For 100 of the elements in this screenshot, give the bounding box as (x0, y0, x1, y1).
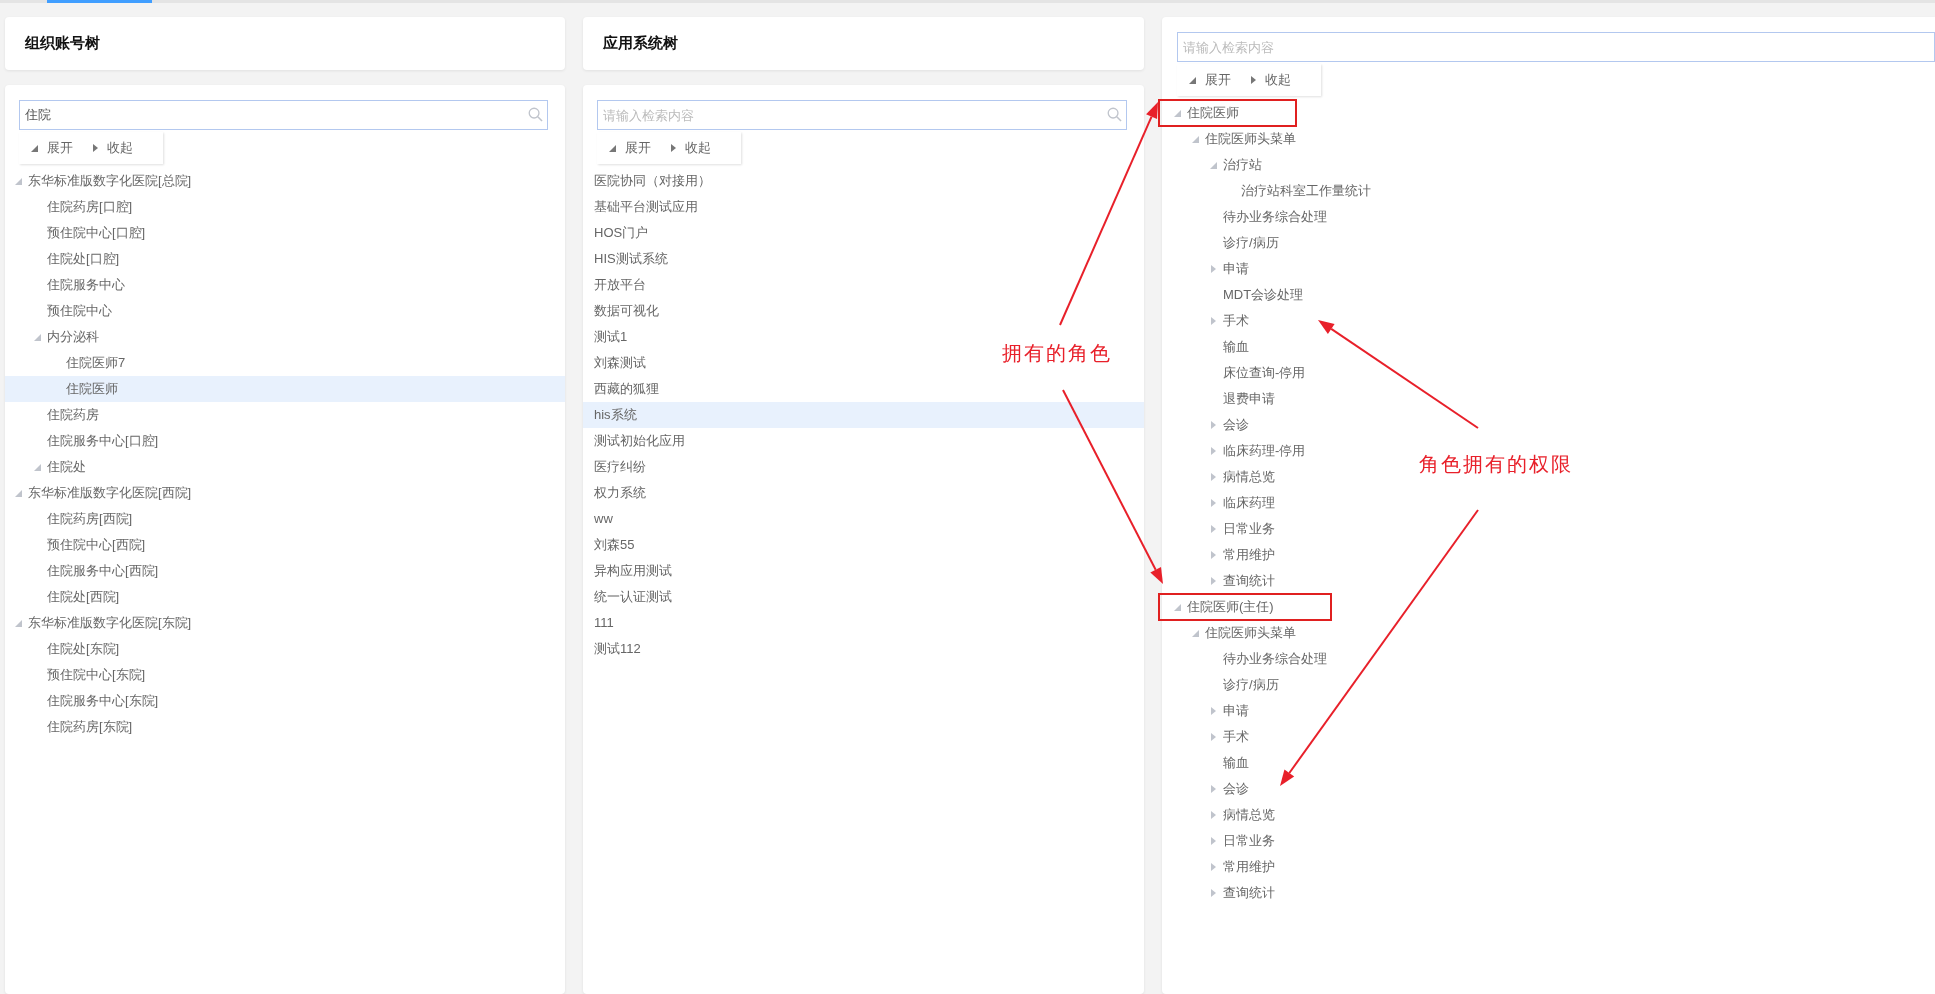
tree-node-label[interactable]: 住院药房[口腔] (47, 197, 133, 217)
tree-node-label[interactable]: 输血 (1223, 337, 1249, 357)
tree-node-label[interactable]: 住院处 (47, 457, 86, 477)
tree-row[interactable]: 内分泌科 (5, 324, 109, 350)
tree-node-label[interactable]: 西藏的狐狸 (594, 379, 659, 399)
tree-node-label[interactable]: 临床药理-停用 (1223, 441, 1306, 461)
tree-node-label[interactable]: 预住院中心 (47, 301, 112, 321)
tree-node-label[interactable]: 刘森测试 (594, 353, 646, 373)
tree-row[interactable]: 住院药房[东院] (5, 714, 143, 740)
tree-node-label[interactable]: 诊疗/病历 (1223, 233, 1279, 253)
selected-row-background[interactable]: his系统 (583, 402, 1144, 428)
expand-all-button[interactable]: 展开 (1177, 70, 1231, 90)
tree-row[interactable]: 刘森55 (583, 532, 645, 558)
tree-node-label[interactable]: 临床药理 (1223, 493, 1275, 513)
expanded-triangle-icon[interactable] (33, 463, 41, 471)
tree-row[interactable]: 预住院中心[西院] (5, 532, 156, 558)
tree-node-label[interactable]: 预住院中心[西院] (47, 535, 146, 555)
collapsed-triangle-icon[interactable] (1210, 473, 1216, 481)
tree-row[interactable]: 住院药房[口腔] (5, 194, 143, 220)
tree-row[interactable]: 医疗纠纷 (583, 454, 656, 480)
search-field[interactable]: 住院 (19, 100, 548, 130)
tree-node-label[interactable]: 住院药房 (47, 405, 99, 425)
tree-row[interactable]: 预住院中心[口腔] (5, 220, 156, 246)
search-field[interactable]: 请输入检索内容 (597, 100, 1127, 130)
tree-row[interactable]: 东华标准版数字化医院[总院] (5, 168, 202, 194)
expanded-triangle-icon[interactable] (33, 333, 41, 341)
tree-node-label[interactable]: 病情总览 (1223, 467, 1275, 487)
collapsed-triangle-icon[interactable] (1210, 785, 1216, 793)
tree-row[interactable]: 西藏的狐狸 (583, 376, 669, 402)
tree-node-label[interactable]: 待办业务综合处理 (1223, 649, 1327, 669)
collapsed-triangle-icon[interactable] (1210, 265, 1216, 273)
tree-node-label[interactable]: 床位查询-停用 (1223, 363, 1306, 383)
collapsed-triangle-icon[interactable] (1210, 707, 1216, 715)
collapsed-triangle-icon[interactable] (1210, 421, 1216, 429)
tree-row[interactable]: 住院服务中心[口腔] (5, 428, 169, 454)
tree-row[interactable]: 刘森测试 (583, 350, 656, 376)
tree-row[interactable]: 住院处 (5, 454, 96, 480)
tree-row[interactable]: 住院处[口腔] (5, 246, 130, 272)
tree-node-label[interactable]: 权力系统 (594, 483, 646, 503)
tree-node-label[interactable]: 输血 (1223, 753, 1249, 773)
tree-node-label[interactable]: 住院处[东院] (47, 639, 120, 659)
collapsed-triangle-icon[interactable] (1210, 499, 1216, 507)
tree-node-label[interactable]: 测试1 (594, 327, 628, 347)
collapse-all-button[interactable]: 收起 (73, 138, 133, 158)
collapsed-triangle-icon[interactable] (1210, 551, 1216, 559)
tree-node-label[interactable]: 手术 (1223, 311, 1249, 331)
tree-node-label[interactable]: 预住院中心[口腔] (47, 223, 146, 243)
collapse-all-button[interactable]: 收起 (1231, 70, 1291, 90)
collapsed-triangle-icon[interactable] (1210, 525, 1216, 533)
expanded-triangle-icon[interactable] (1191, 135, 1199, 143)
tree-node-label[interactable]: 住院处[口腔] (47, 249, 120, 269)
tree-node-label[interactable]: 退费申请 (1223, 389, 1275, 409)
tree-row[interactable]: 住院服务中心 (5, 272, 135, 298)
expanded-triangle-icon[interactable] (1209, 161, 1217, 169)
tree-node-label[interactable]: 住院处[西院] (47, 587, 120, 607)
tree-row[interactable]: 测试初始化应用 (583, 428, 695, 454)
tree-node-label[interactable]: 手术 (1223, 727, 1249, 747)
tree-row[interactable]: 权力系统 (583, 480, 656, 506)
tree-node-label[interactable]: 会诊 (1223, 415, 1249, 435)
tree-node-label[interactable]: 预住院中心[东院] (47, 665, 146, 685)
tree-node-label[interactable]: 日常业务 (1223, 519, 1275, 539)
tree-node-label[interactable]: 住院医师头菜单 (1205, 623, 1296, 643)
expanded-triangle-icon[interactable] (14, 177, 22, 185)
selected-row-background[interactable]: 住院医师 (5, 376, 565, 402)
collapsed-triangle-icon[interactable] (1210, 863, 1216, 871)
tree-row[interactable]: 住院服务中心[东院] (5, 688, 169, 714)
tree-node-label[interactable]: 内分泌科 (47, 327, 99, 347)
tree-node-label[interactable]: 住院服务中心[口腔] (47, 431, 159, 451)
tree-node-label[interactable]: 测试112 (594, 639, 641, 659)
collapsed-triangle-icon[interactable] (1210, 837, 1216, 845)
tree-row[interactable]: 住院处[西院] (5, 584, 130, 610)
tree-node-label[interactable]: 基础平台测试应用 (594, 197, 698, 217)
tree-node-label[interactable]: 申请 (1223, 701, 1249, 721)
tree-node-label[interactable]: 日常业务 (1223, 831, 1275, 851)
tree-row[interactable]: 住院处[东院] (5, 636, 130, 662)
tree-node-label[interactable]: 申请 (1223, 259, 1249, 279)
collapse-all-button[interactable]: 收起 (651, 138, 711, 158)
tree-node-label[interactable]: 东华标准版数字化医院[东院] (28, 613, 192, 633)
collapsed-triangle-icon[interactable] (1210, 447, 1216, 455)
collapsed-triangle-icon[interactable] (1210, 577, 1216, 585)
collapsed-triangle-icon[interactable] (1210, 317, 1216, 325)
tree-node-label[interactable]: 住院服务中心[西院] (47, 561, 159, 581)
tree-row[interactable]: HIS测试系统 (583, 246, 678, 272)
tree-node-label[interactable]: 刘森55 (594, 535, 635, 555)
tree-node-label[interactable]: 开放平台 (594, 275, 646, 295)
tree-row[interactable]: 预住院中心[东院] (5, 662, 156, 688)
tree-row[interactable]: ww (583, 506, 623, 532)
tree-node-label[interactable]: his系统 (594, 405, 637, 425)
expanded-triangle-icon[interactable] (14, 619, 22, 627)
search-icon[interactable] (528, 107, 543, 122)
tree-row[interactable]: 住院药房[西院] (5, 506, 143, 532)
tree-node-label[interactable]: 异构应用测试 (594, 561, 672, 581)
search-icon[interactable] (1107, 107, 1122, 122)
expanded-triangle-icon[interactable] (1173, 603, 1181, 611)
tree-node-label[interactable]: 住院医师 (66, 379, 118, 399)
tree-node-label[interactable]: 住院医师7 (66, 353, 126, 373)
tree-row[interactable]: 统一认证测试 (583, 584, 682, 610)
collapsed-triangle-icon[interactable] (1210, 811, 1216, 819)
tree-node-label[interactable]: 测试初始化应用 (594, 431, 685, 451)
tree-node-label[interactable]: 医院协同（对接用） (594, 171, 711, 191)
